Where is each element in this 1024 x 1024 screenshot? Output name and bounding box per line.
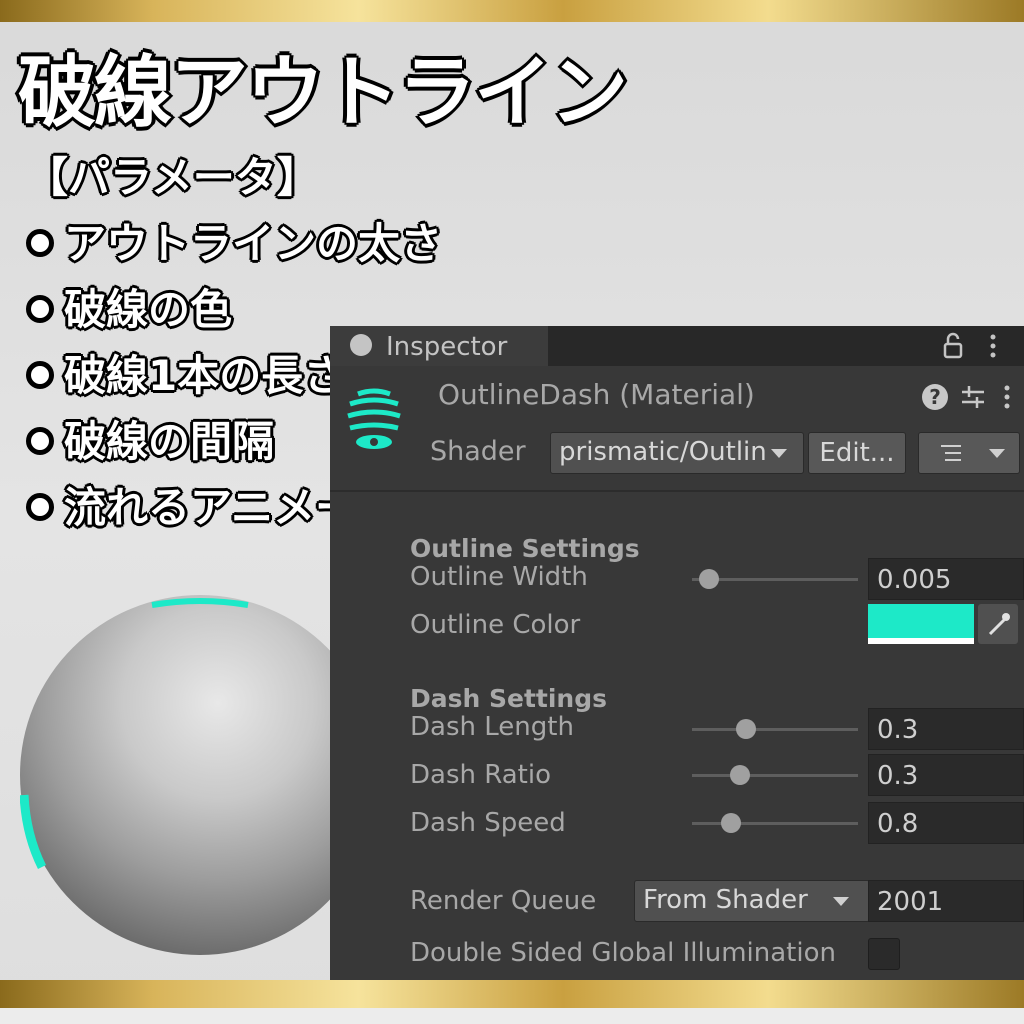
dash-settings-heading: Dash Settings: [410, 684, 608, 713]
divider: [330, 490, 1024, 492]
outline-width-slider[interactable]: [692, 569, 858, 589]
slider-knob[interactable]: [735, 719, 756, 739]
tab-inspector[interactable]: Inspector: [330, 326, 548, 366]
params-heading: 【パラメータ】: [26, 153, 319, 202]
dash-ratio-label: Dash Ratio: [410, 760, 551, 790]
outline-width-label: Outline Width: [410, 562, 588, 592]
inspector-tabbar: Inspector: [330, 326, 1024, 366]
bottom-strip: [0, 1008, 1024, 1024]
eyedropper-icon: [988, 613, 1010, 636]
list-icon: [941, 445, 961, 461]
outline-color-label: Outline Color: [410, 610, 581, 640]
outline-settings-heading: Outline Settings: [410, 534, 640, 563]
edit-shader-button[interactable]: Edit...: [808, 432, 906, 474]
material-icon: [347, 388, 401, 449]
outline-dash: [20, 794, 47, 870]
inspector-panel: Inspector OutlineDash (Material) ? Shade…: [330, 326, 1024, 980]
bullet-icon: [26, 360, 54, 389]
dash-ratio-slider[interactable]: [692, 765, 858, 785]
dash-length-field[interactable]: 0.3: [868, 708, 1024, 750]
double-sided-gi-checkbox[interactable]: [868, 938, 900, 970]
kebab-menu-icon[interactable]: [986, 332, 1000, 360]
param-text: 破線の色: [64, 285, 233, 334]
dash-length-label: Dash Length: [410, 712, 574, 742]
chevron-down-icon: [989, 449, 1005, 458]
lock-icon[interactable]: [942, 332, 964, 360]
gold-border-bottom: [0, 980, 1024, 1008]
param-item: アウトラインの太さ: [26, 214, 566, 280]
material-name: OutlineDash (Material): [438, 378, 755, 411]
preset-icon[interactable]: [960, 382, 986, 412]
dash-speed-slider[interactable]: [692, 813, 858, 833]
outline-dash: [151, 598, 249, 608]
help-icon[interactable]: ?: [922, 384, 948, 410]
chevron-down-icon: [833, 897, 849, 906]
outline-color-swatch[interactable]: [868, 604, 974, 644]
bullet-icon: [26, 228, 54, 257]
param-text: 破線1本の長さ: [64, 351, 346, 400]
eyedropper-button[interactable]: [978, 604, 1018, 644]
dash-length-slider[interactable]: [692, 719, 858, 739]
render-queue-mode: From Shader: [643, 885, 808, 915]
param-text: 破線の間隔: [64, 417, 275, 466]
slider-knob[interactable]: [699, 569, 720, 589]
shader-list-button[interactable]: [918, 432, 1020, 474]
render-queue-field[interactable]: 2001: [868, 880, 1024, 922]
bullet-icon: [26, 492, 54, 521]
bullet-icon: [26, 426, 54, 455]
double-sided-gi-label: Double Sided Global Illumination: [410, 938, 836, 968]
slider-knob[interactable]: [729, 765, 750, 785]
page-title: 破線アウトライン: [18, 48, 628, 138]
tab-label: Inspector: [386, 332, 508, 362]
render-queue-label: Render Queue: [410, 886, 597, 916]
dash-speed-field[interactable]: 0.8: [868, 802, 1024, 844]
chevron-down-icon: [771, 449, 787, 458]
slider-knob[interactable]: [721, 813, 742, 833]
shader-dropdown[interactable]: prismatic/Outlin: [550, 432, 804, 474]
outline-width-field[interactable]: 0.005: [868, 558, 1024, 600]
gold-border-top: [0, 0, 1024, 22]
info-icon: [350, 334, 372, 356]
kebab-menu-icon[interactable]: [1002, 382, 1012, 412]
bullet-icon: [26, 294, 54, 323]
shader-label: Shader: [430, 436, 526, 467]
param-text: アウトラインの太さ: [64, 219, 443, 268]
render-queue-dropdown[interactable]: From Shader: [634, 880, 870, 922]
dash-ratio-field[interactable]: 0.3: [868, 754, 1024, 796]
shader-value: prismatic/Outlin: [559, 437, 767, 467]
dash-speed-label: Dash Speed: [410, 808, 566, 838]
